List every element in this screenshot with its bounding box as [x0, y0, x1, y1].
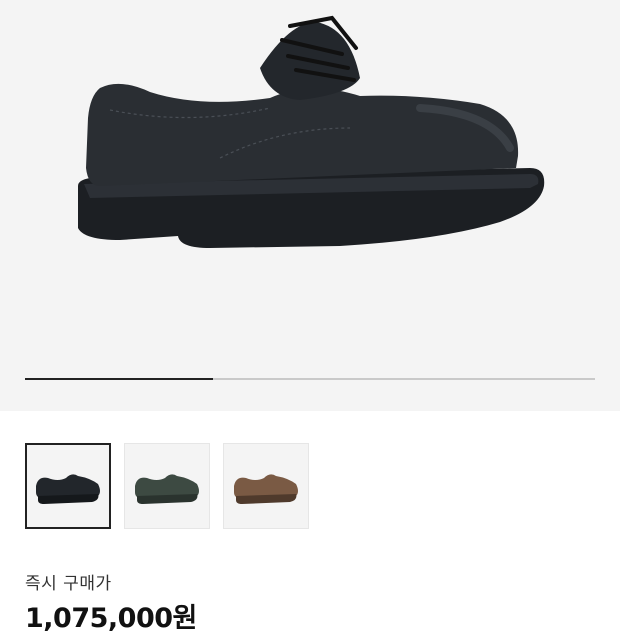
variant-thumb-brown[interactable]: [223, 443, 309, 529]
shoe-thumbnail-image: [234, 474, 298, 504]
shoe-thumbnail-image: [135, 474, 199, 504]
variant-thumbnail-list: [25, 443, 309, 529]
instant-buy-price-value: 1,075,000원: [25, 603, 197, 634]
variant-thumb-olive[interactable]: [124, 443, 210, 529]
gallery-progress-bar: [25, 378, 595, 380]
gallery-progress-fill: [25, 378, 214, 380]
variant-thumb-black[interactable]: [25, 443, 111, 529]
product-main-image: [78, 15, 545, 248]
instant-buy-price-label: 즉시 구매가: [25, 574, 112, 594]
shoe-thumbnail-image: [36, 474, 100, 504]
product-image-gallery[interactable]: [0, 0, 620, 411]
